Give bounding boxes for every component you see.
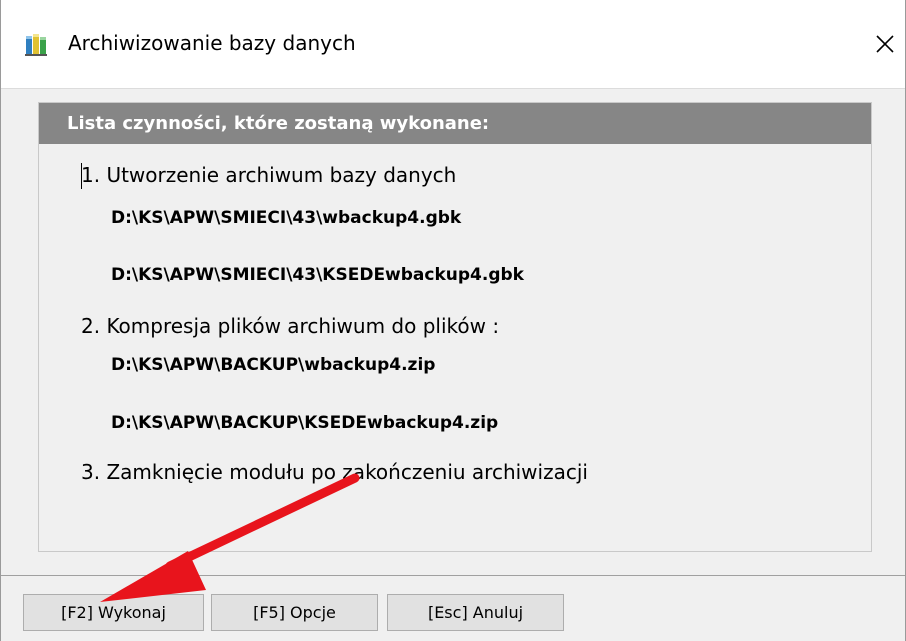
title-bar: Archiwizowanie bazy danych [1,0,905,89]
panel-header: Lista czynności, które zostaną wykonane: [39,103,871,144]
actions-list-panel: Lista czynności, które zostaną wykonane:… [38,102,872,552]
database-app-icon [25,34,47,56]
close-icon[interactable] [869,26,901,62]
step-1-path-1: D:\KS\APW\SMIECI\43\wbackup4.gbk [111,208,462,228]
step-1-path-2: D:\KS\APW\SMIECI\43\KSEDEwbackup4.gbk [111,265,524,285]
window-title: Archiwizowanie bazy danych [68,31,356,55]
options-button[interactable]: [F5] Opcje [211,594,378,631]
step-2-label: 2. Kompresja plików archiwum do plików : [81,314,500,338]
execute-button[interactable]: [F2] Wykonaj [23,594,204,631]
cancel-button[interactable]: [Esc] Anuluj [387,594,564,631]
step-2-path-2: D:\KS\APW\BACKUP\KSEDEwbackup4.zip [111,413,499,433]
panel-header-label: Lista czynności, które zostaną wykonane: [67,113,490,134]
step-1-label: 1. Utworzenie archiwum bazy danych [81,163,457,187]
step-2-path-1: D:\KS\APW\BACKUP\wbackup4.zip [111,355,436,375]
archive-dialog: Archiwizowanie bazy danych Lista czynnoś… [0,0,906,641]
footer-divider [1,575,905,576]
step-3-label: 3. Zamknięcie modułu po zakończeniu arch… [81,460,588,484]
